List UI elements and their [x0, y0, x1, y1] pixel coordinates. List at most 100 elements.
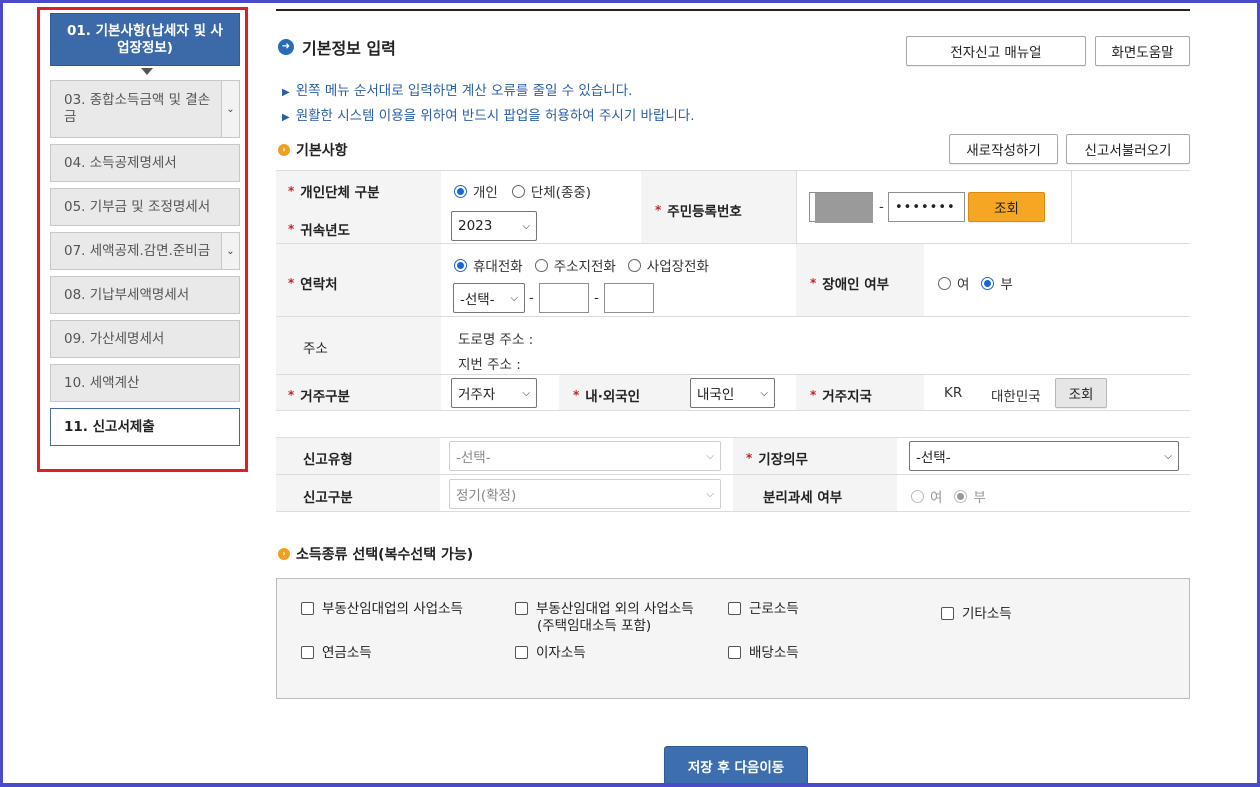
checkbox[interactable]	[941, 607, 954, 620]
table-border	[276, 170, 1190, 171]
chevron-down-icon: ⌵	[510, 293, 518, 304]
sidebar-item-submit[interactable]: 11. 신고서제출	[50, 408, 240, 446]
chevron-down-icon: ⌵	[522, 221, 530, 232]
filing-type-label: 신고유형	[303, 452, 353, 468]
income-dividend[interactable]: 배당소득	[728, 645, 799, 662]
sidebar-item-label: 11. 신고서제출	[64, 418, 155, 435]
checkbox[interactable]	[301, 602, 314, 615]
contact-label: * 연락처	[288, 276, 338, 293]
radio-separate-no[interactable]	[954, 489, 968, 503]
disabled-radio-group: 여 부	[938, 273, 1013, 293]
sidebar-item-tax-credits[interactable]: 07. 세액공제.감면.준비금 ⌄	[50, 232, 240, 270]
notice-line-2: ▶ 원활한 시스템 이용을 위하여 반드시 팝업을 허용하여 주시기 바랍니다.	[282, 108, 695, 124]
page-frame: 01. 기본사항(납세자 및 사업장정보) 03. 종합소득금액 및 결손금 ⌄…	[0, 0, 1260, 787]
sidebar-item-deductions[interactable]: 04. 소득공제명세서	[50, 144, 240, 182]
sidebar-item-label: 05. 기부금 및 조정명세서	[64, 198, 211, 215]
nationality-select[interactable]: 내국인 ⌵	[690, 378, 775, 408]
income-rental-business[interactable]: 부동산임대업의 사업소득	[301, 601, 463, 618]
down-arrow-icon	[141, 68, 153, 75]
type-radio-group: 개인 단체(종중)	[454, 181, 591, 201]
checkbox[interactable]	[515, 602, 528, 615]
bookkeeping-select[interactable]: -선택- ⌵	[909, 441, 1179, 471]
save-next-button[interactable]: 저장 후 다음이동	[664, 746, 808, 783]
checkbox[interactable]	[728, 646, 741, 659]
chevron-down-icon: ⌵	[522, 388, 530, 399]
radio-disabled-yes[interactable]	[938, 276, 951, 290]
income-section-title: › 소득종류 선택(복수선택 가능)	[278, 544, 473, 564]
sidebar-item-label: 09. 가산세명세서	[64, 330, 165, 347]
manual-button[interactable]: 전자신고 매뉴얼	[906, 36, 1086, 66]
type-label: * 개인단체 구분	[288, 184, 380, 201]
radio-group[interactable]	[511, 184, 525, 198]
checkbox[interactable]	[301, 646, 314, 659]
rrn-redacted-box	[815, 193, 873, 223]
country-name: 대한민국	[991, 389, 1041, 405]
phone-middle-input[interactable]	[539, 283, 589, 313]
sidebar-item-donations[interactable]: 05. 기부금 및 조정명세서	[50, 188, 240, 226]
radio-individual[interactable]	[454, 184, 467, 198]
sidebar-item-label: 04. 소득공제명세서	[64, 154, 177, 171]
income-non-rental-business[interactable]: 부동산임대업 외의 사업소득 (주택임대소득 포함)	[515, 601, 694, 635]
sidebar-item-prepaid-tax[interactable]: 08. 기납부세액명세서	[50, 276, 240, 314]
income-type-box	[276, 578, 1190, 699]
filing-category-label: 신고구분	[303, 490, 353, 506]
arrow-right-circle-icon: ➜	[278, 39, 294, 55]
year-label: * 귀속년도	[288, 222, 350, 239]
chevron-down-icon[interactable]: ⌄	[221, 81, 239, 137]
country-lookup-button[interactable]: 조회	[1055, 378, 1107, 408]
chevron-down-icon[interactable]: ⌄	[221, 233, 239, 269]
income-interest[interactable]: 이자소득	[515, 645, 586, 662]
rrn-dash: -	[879, 199, 884, 215]
sidebar-item-basic-info[interactable]: 01. 기본사항(납세자 및 사업장정보)	[50, 13, 240, 66]
separate-tax-label: 분리과세 여부	[763, 490, 843, 506]
radio-business-phone[interactable]	[627, 258, 641, 272]
rrn-lookup-button[interactable]: 조회	[968, 192, 1045, 222]
country-code: KR	[944, 385, 963, 401]
basic-section-title: › 기본사항	[278, 140, 348, 160]
sidebar-item-label: 08. 기납부세액명세서	[64, 286, 190, 303]
table-border	[276, 316, 1190, 317]
sidebar-menu: 01. 기본사항(납세자 및 사업장정보) 03. 종합소득금액 및 결손금 ⌄…	[37, 7, 248, 472]
nationality-label: * 내·외국인	[573, 388, 641, 405]
rrn-front-input[interactable]	[809, 192, 873, 223]
page-title-text: 기본정보 입력	[302, 39, 396, 58]
radio-mobile[interactable]	[454, 258, 467, 272]
bookkeeping-label: * 기장의무	[746, 451, 808, 468]
phone-last-input[interactable]	[604, 283, 654, 313]
phone-dash: -	[529, 290, 534, 306]
help-button[interactable]: 화면도움말	[1095, 36, 1190, 66]
residence-select[interactable]: 거주자 ⌵	[451, 378, 537, 408]
filing-type-select[interactable]: -선택- ⌵	[449, 441, 721, 471]
radio-disabled-no[interactable]	[981, 276, 995, 290]
checkbox[interactable]	[728, 602, 741, 615]
sidebar-item-label: 10. 세액계산	[64, 374, 140, 391]
phone-dash: -	[594, 290, 599, 306]
separate-tax-radio-group: 여 부	[911, 486, 986, 506]
cell-divider	[796, 170, 797, 243]
rrn-label: * 주민등록번호	[655, 203, 742, 220]
chevron-down-icon: ⌵	[1164, 451, 1172, 462]
road-address: 도로명 주소 :	[458, 332, 534, 348]
load-form-button[interactable]: 신고서불러오기	[1066, 134, 1190, 164]
income-pension[interactable]: 연금소득	[301, 645, 372, 662]
checkbox[interactable]	[515, 646, 528, 659]
chevron-down-icon: ⌵	[706, 451, 714, 462]
chevron-down-icon: ⌵	[706, 489, 714, 500]
residence-label: * 거주구분	[288, 388, 350, 405]
notice-line-1: ▶ 왼쪽 메뉴 순서대로 입력하면 계산 오류를 줄일 수 있습니다.	[282, 83, 633, 99]
sidebar-item-income-total[interactable]: 03. 종합소득금액 및 결손금 ⌄	[50, 80, 240, 138]
table-border	[276, 511, 1190, 512]
phone-prefix-select[interactable]: -선택- ⌵	[453, 283, 525, 313]
radio-home-phone[interactable]	[534, 258, 548, 272]
filing-category-select[interactable]: 정기(확정) ⌵	[449, 479, 721, 509]
income-other[interactable]: 기타소득	[941, 606, 1012, 623]
rrn-back-input[interactable]: •••••••	[888, 192, 965, 222]
income-wage[interactable]: 근로소득	[728, 601, 799, 618]
radio-separate-yes[interactable]	[911, 489, 924, 503]
triangle-right-icon: ▶	[282, 112, 290, 123]
new-form-button[interactable]: 새로작성하기	[949, 134, 1058, 164]
year-select[interactable]: 2023 ⌵	[451, 211, 537, 241]
sidebar-item-penalty-tax[interactable]: 09. 가산세명세서	[50, 320, 240, 358]
sidebar-item-tax-calculation[interactable]: 10. 세액계산	[50, 364, 240, 402]
sidebar-item-label: 01. 기본사항(납세자 및 사업장정보)	[67, 22, 223, 56]
